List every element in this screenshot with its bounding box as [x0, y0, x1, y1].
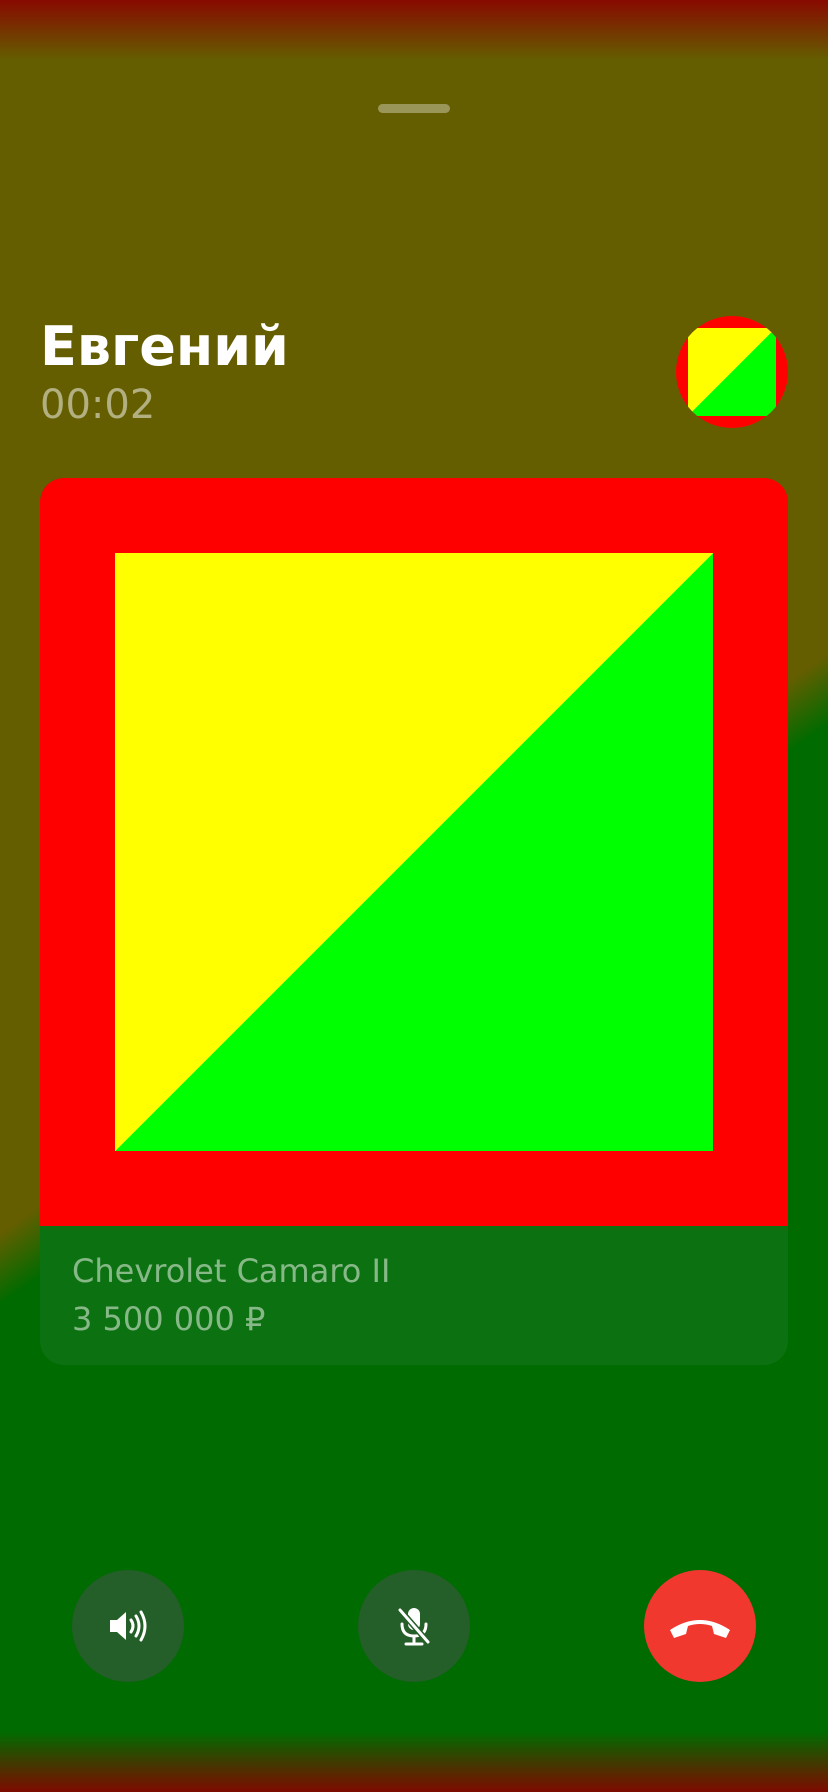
- call-timer: 00:02: [40, 382, 156, 428]
- mute-button[interactable]: [358, 1570, 470, 1682]
- mic-off-icon: [397, 1607, 431, 1646]
- caller-avatar: [676, 316, 788, 428]
- listing-title: Chevrolet Camaro II: [72, 1252, 391, 1290]
- avatar-image: [688, 328, 776, 416]
- listing-image: [40, 478, 788, 1226]
- hang-up-button[interactable]: [644, 1570, 756, 1682]
- listing-card[interactable]: Chevrolet Camaro II 3 500 000 ₽: [40, 478, 788, 1365]
- top-edge-shade: [0, 0, 828, 60]
- listing-image-content: [115, 553, 713, 1151]
- bottom-edge-shade: [0, 1732, 828, 1792]
- phone-hangup-icon: [670, 1620, 730, 1638]
- sheet-grabber-handle[interactable]: [378, 104, 450, 113]
- caller-name: Евгений: [40, 315, 289, 378]
- speaker-button[interactable]: [72, 1570, 184, 1682]
- speaker-icon: [110, 1610, 147, 1642]
- listing-price: 3 500 000 ₽: [72, 1300, 266, 1338]
